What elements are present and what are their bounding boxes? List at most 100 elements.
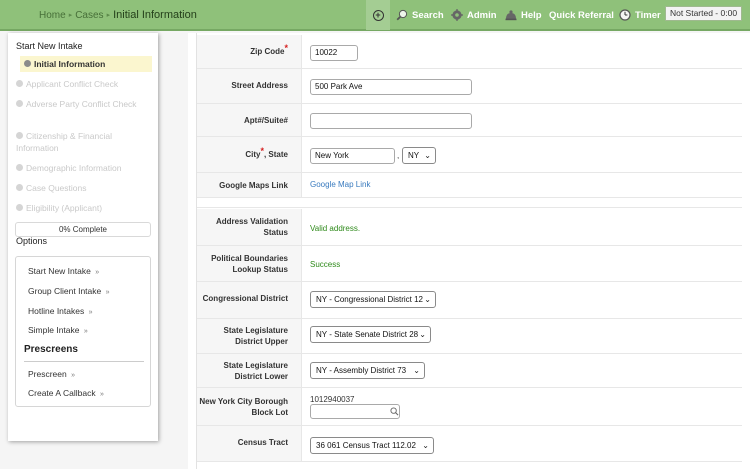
- breadcrumb-separator: ▸: [68, 12, 73, 19]
- options-title: Options: [16, 236, 48, 246]
- state-legislature-upper-select[interactable]: NY - State Senate District 28 ⌄: [310, 326, 431, 343]
- sidebar: Start New Intake Initial Information App…: [8, 33, 158, 441]
- option-hotline-intakes[interactable]: Hotline Intakes »: [28, 306, 93, 316]
- step-label: Case Questions: [26, 183, 87, 193]
- option-label: Group Client Intake: [28, 286, 102, 296]
- city-state-separator: ,: [397, 151, 400, 160]
- select-value: 36 061 Census Tract 112.02: [316, 441, 416, 450]
- borough-block-lot-label: New York City Borough Block Lot: [197, 388, 302, 425]
- borough-block-lot-input[interactable]: [310, 404, 400, 419]
- chevron-down-icon: ⌄: [413, 366, 420, 375]
- step-adverse-party-conflict-check[interactable]: Adverse Party Conflict Check: [16, 98, 141, 110]
- timer-button[interactable]: Timer: [619, 8, 661, 22]
- row-census-tract: Census Tract 36 061 Census Tract 112.02 ⌄: [197, 426, 742, 462]
- breadcrumb-current: Initial Information: [113, 9, 197, 21]
- row-google-maps: Google Maps Link Google Map Link: [197, 173, 742, 198]
- plus-icon: +: [372, 9, 384, 21]
- step-citizenship-financial[interactable]: Citizenship & Financial Information: [16, 130, 141, 154]
- option-simple-intake[interactable]: Simple Intake »: [28, 325, 88, 335]
- chevron-down-icon: ⌄: [424, 295, 431, 304]
- chevron-down-icon: ⌄: [419, 330, 426, 339]
- options-panel: Start New Intake » Group Client Intake »…: [15, 256, 151, 407]
- arrow-icon: »: [95, 269, 100, 276]
- timer-status-badge: Not Started - 0:00: [665, 6, 742, 21]
- add-button[interactable]: +: [366, 0, 390, 30]
- select-value: NY: [408, 151, 420, 160]
- option-label: Prescreen: [28, 369, 67, 379]
- arrow-icon: »: [83, 328, 88, 335]
- quick-referral-button[interactable]: Quick Referral: [549, 8, 614, 22]
- step-applicant-conflict-check[interactable]: Applicant Conflict Check: [16, 78, 118, 90]
- step-demographic-information[interactable]: Demographic Information: [16, 162, 121, 174]
- step-initial-information[interactable]: Initial Information: [20, 56, 152, 72]
- check-circle-icon: [16, 164, 23, 171]
- row-street-address: Street Address 500 Park Ave: [197, 69, 742, 104]
- city-state-label: City *, State: [197, 137, 302, 172]
- zip-code-input[interactable]: 10022: [310, 45, 358, 61]
- step-label: Applicant Conflict Check: [26, 79, 119, 89]
- option-label: Create A Callback: [28, 388, 96, 398]
- option-create-a-callback[interactable]: Create A Callback »: [28, 388, 104, 398]
- option-prescreen[interactable]: Prescreen »: [28, 369, 75, 379]
- option-label: Start New Intake: [28, 266, 91, 276]
- option-label: Hotline Intakes: [28, 306, 85, 316]
- step-label: Adverse Party Conflict Check: [26, 99, 137, 109]
- arrow-icon: »: [105, 289, 110, 296]
- row-congressional-district: Congressional District NY - Congressiona…: [197, 282, 742, 319]
- help-button[interactable]: Help: [505, 8, 542, 22]
- state-select[interactable]: NY ⌄: [402, 147, 436, 164]
- apt-suite-input[interactable]: [310, 113, 472, 129]
- row-address-validation: Address Validation Status Valid address.: [197, 209, 742, 246]
- divider: [24, 361, 144, 362]
- select-value: NY - Assembly District 73: [316, 366, 407, 375]
- row-state-legislature-upper: State Legislature District Upper NY - St…: [197, 319, 742, 354]
- street-address-label: Street Address: [197, 69, 302, 103]
- row-political-boundaries: Political Boundaries Lookup Status Succe…: [197, 246, 742, 282]
- check-circle-icon: [16, 100, 23, 107]
- search-icon[interactable]: [390, 407, 399, 416]
- address-validation-label: Address Validation Status: [197, 209, 302, 245]
- apt-suite-label: Apt#/Suite#: [197, 104, 302, 136]
- help-label: Help: [521, 9, 542, 21]
- check-circle-icon: [16, 184, 23, 191]
- admin-label: Admin: [467, 9, 497, 21]
- street-address-input[interactable]: 500 Park Ave: [310, 79, 472, 95]
- required-marker: *: [260, 146, 264, 156]
- admin-button[interactable]: Admin: [451, 8, 497, 22]
- city-input[interactable]: New York: [310, 148, 395, 164]
- row-apt-suite: Apt#/Suite#: [197, 104, 742, 137]
- row-borough-block-lot: New York City Borough Block Lot 10129400…: [197, 388, 742, 426]
- step-label: Citizenship & Financial Information: [16, 131, 112, 153]
- option-start-new-intake[interactable]: Start New Intake »: [28, 266, 99, 276]
- step-case-questions[interactable]: Case Questions: [16, 182, 86, 194]
- row-state-legislature-lower: State Legislature District Lower NY - As…: [197, 354, 742, 388]
- google-map-link[interactable]: Google Map Link: [310, 180, 370, 189]
- congressional-district-select[interactable]: NY - Congressional District 12 ⌄: [310, 291, 436, 308]
- breadcrumb-cases[interactable]: Cases: [75, 10, 103, 21]
- zip-code-label: Zip Code *: [197, 35, 302, 68]
- select-value: NY - Congressional District 12: [316, 295, 424, 304]
- arrow-icon: »: [71, 372, 76, 379]
- gear-icon: [451, 9, 463, 21]
- arrow-icon: »: [99, 391, 104, 398]
- census-tract-select[interactable]: 36 061 Census Tract 112.02 ⌄: [310, 437, 434, 454]
- label-text: , State: [263, 150, 288, 159]
- state-legislature-lower-select[interactable]: NY - Assembly District 73 ⌄: [310, 362, 425, 379]
- chevron-down-icon: ⌄: [422, 441, 429, 450]
- progress-indicator: 0% Complete: [15, 222, 151, 237]
- political-boundaries-label: Political Boundaries Lookup Status: [197, 246, 302, 281]
- step-eligibility-applicant[interactable]: Eligibility (Applicant): [16, 202, 102, 214]
- search-label: Search: [412, 9, 444, 21]
- google-maps-label: Google Maps Link: [197, 173, 302, 197]
- step-label: Initial Information: [34, 59, 106, 69]
- option-group-client-intake[interactable]: Group Client Intake »: [28, 286, 110, 296]
- search-button[interactable]: Search: [396, 8, 444, 22]
- top-bar: Home ▸ Cases ▸ Initial Information + Search …: [0, 0, 750, 31]
- section-gap: [197, 198, 742, 208]
- state-legislature-lower-label: State Legislature District Lower: [197, 354, 302, 387]
- help-icon: [505, 10, 517, 21]
- breadcrumb-home[interactable]: Home: [39, 10, 66, 21]
- clock-icon: [619, 9, 631, 21]
- quick-referral-label: Quick Referral: [549, 9, 614, 21]
- check-circle-icon: [16, 80, 23, 87]
